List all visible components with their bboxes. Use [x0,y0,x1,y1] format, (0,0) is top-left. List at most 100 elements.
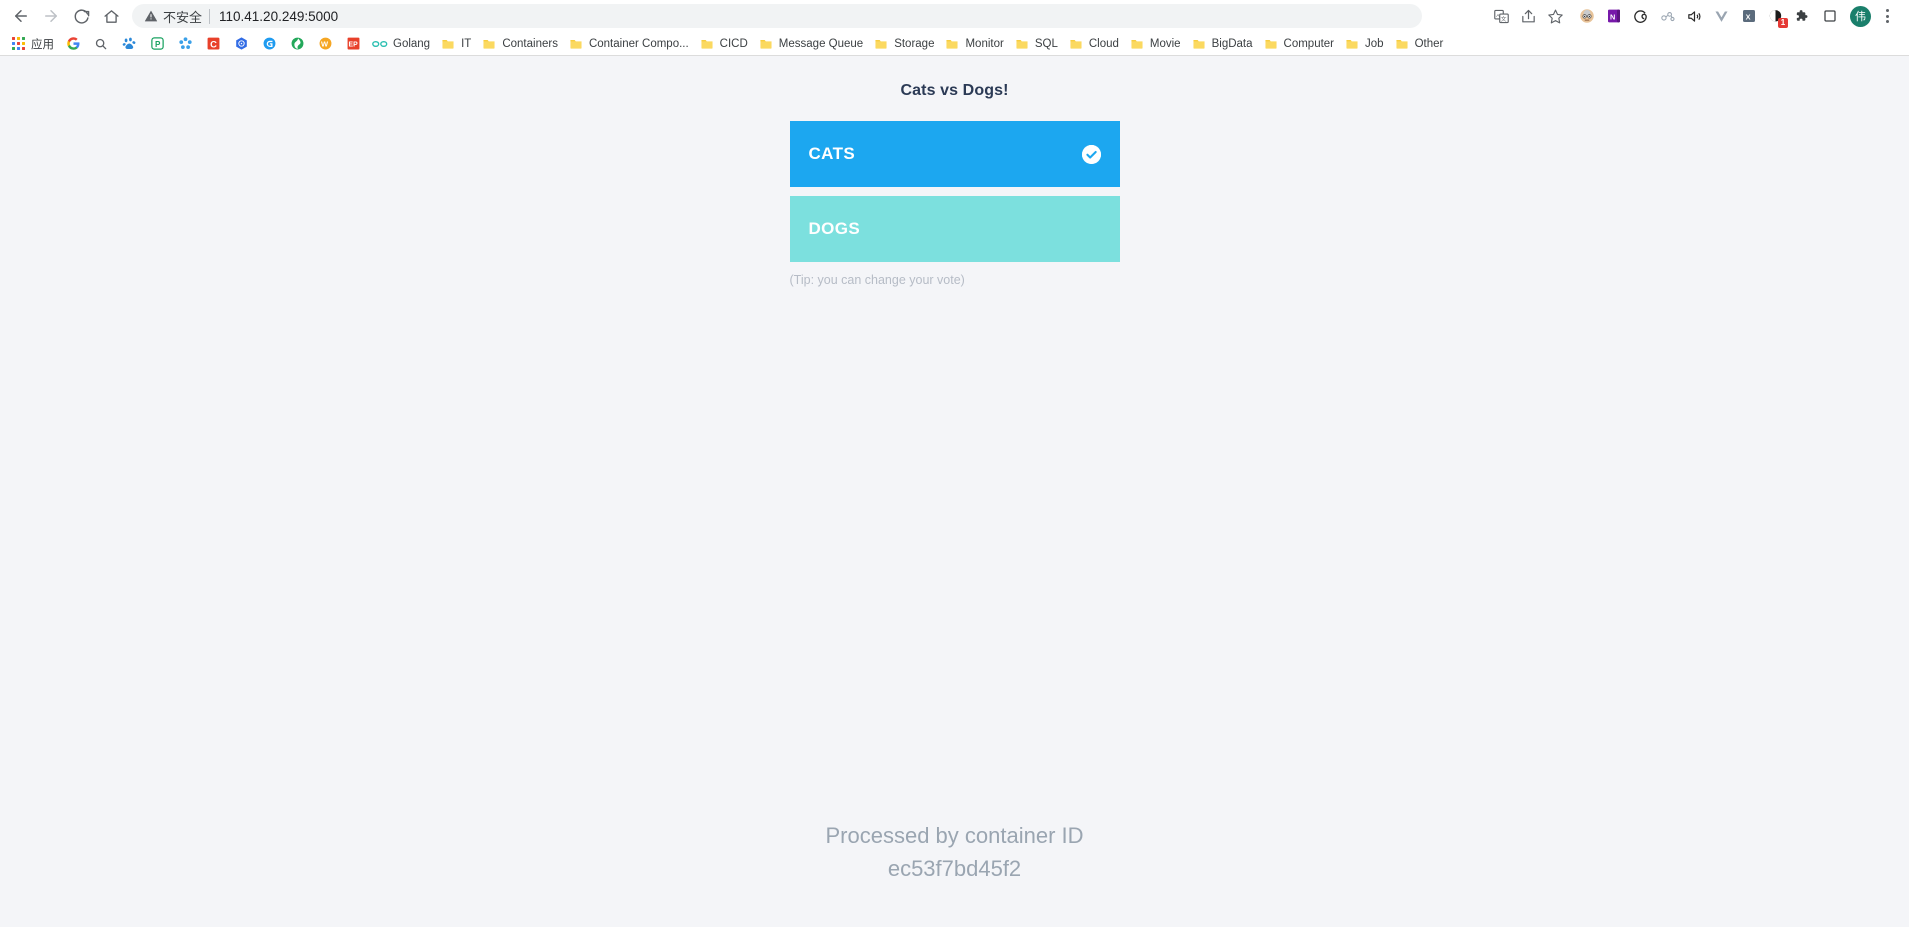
address-bar[interactable]: 不安全 110.41.20.249:5000 [132,4,1422,28]
bookmark-kubernetes[interactable]: Kubernetes [227,34,255,54]
reload-button[interactable] [66,2,96,30]
bookmark-folder-cicd[interactable]: CICD [694,34,753,54]
p-icon: P [149,36,165,52]
vote-container: Cats vs Dogs! CATS DOGS (Tip: you can ch… [789,82,1120,287]
svg-text:W: W [321,40,329,49]
ep-icon: EP [345,36,361,52]
vote-option-cats-label: CATS [808,144,856,163]
browser-toolbar: 不安全 110.41.20.249:5000 文A N X 1 伟 [0,0,1909,32]
vote-option-dogs-label: DOGS [808,219,861,238]
bookmark-folder-movie[interactable]: Movie [1124,34,1186,54]
folder-icon [1129,36,1145,52]
url-text: 110.41.20.249:5000 [219,8,339,24]
kubernetes-icon [233,36,249,52]
svg-text:P: P [155,40,161,49]
bookmark-google[interactable]: Google [59,34,87,54]
back-button[interactable] [6,2,36,30]
bookmark-kuaishou[interactable]: Kuaishou [283,34,311,54]
translate-icon[interactable]: 文A [1488,3,1515,29]
profile-avatar[interactable]: 伟 [1847,3,1874,29]
warning-triangle-icon[interactable] [144,9,158,23]
xmind-extension-icon[interactable]: X [1735,3,1762,29]
omnibox-divider [209,8,211,24]
folder-icon [440,36,456,52]
bookmark-folder-container-compose[interactable]: Container Compo... [563,34,694,54]
apps-grid-icon [10,36,26,52]
bookmark-folder-it[interactable]: IT [435,34,476,54]
vote-tip-text: (Tip: you can change your vote) [789,273,965,287]
folder-icon [873,36,889,52]
svg-text:EP: EP [348,42,358,49]
bookmark-folder-bigdata[interactable]: BigData [1186,34,1258,54]
folder-icon [481,36,497,52]
vue-devtools-icon[interactable] [1708,3,1735,29]
google-icon [65,36,81,52]
folder-icon [758,36,774,52]
page-title: Cats vs Dogs! [900,82,1009,99]
bookmark-gitee[interactable]: Gitee [255,34,283,54]
evernote-extension-icon[interactable] [1627,3,1654,29]
apps-button-label: 应用 [31,38,54,51]
folder-icon [1344,36,1360,52]
svg-text:X: X [1745,12,1750,21]
footer-line-1: Processed by container ID [825,823,1084,848]
bookmark-folder-monitor[interactable]: Monitor [939,34,1008,54]
bookmark-csdn[interactable]: P CSDN [143,34,171,54]
bookmark-star-icon[interactable] [1542,3,1569,29]
dark-reader-extension-icon[interactable]: 1 [1762,3,1789,29]
share-icon[interactable] [1515,3,1542,29]
bookmark-folder-job[interactable]: Job [1339,34,1389,54]
folder-icon [1068,36,1084,52]
bookmark-golang-label: Golang [393,37,431,50]
speaker-extension-icon[interactable] [1681,3,1708,29]
bookmark-yinxiang[interactable]: EP 印象笔记 [339,34,367,54]
bookmark-wiki[interactable]: W Wiki [311,34,339,54]
extensions-puzzle-icon[interactable] [1789,3,1816,29]
bookmark-folder-containers[interactable]: Containers [476,34,563,54]
browser-chrome: 不安全 110.41.20.249:5000 文A N X 1 伟 应用 P C… [0,0,1909,56]
search-icon [93,36,109,52]
bookmark-folder-cloud[interactable]: Cloud [1063,34,1124,54]
bookmark-folder-message-queue[interactable]: Message Queue [753,34,868,54]
g-circle-icon [261,36,277,52]
baidu-icon [121,36,137,52]
bookmark-folder-computer[interactable]: Computer [1258,34,1340,54]
folder-icon [1263,36,1279,52]
gopher-icon [372,36,388,52]
bookmark-folder-other[interactable]: Other [1389,34,1449,54]
vote-option-cats[interactable]: CATS [789,121,1120,187]
svg-text:C: C [210,39,217,49]
folder-icon [1394,36,1410,52]
toolbar-right-icons: 文A N X 1 伟 [1428,3,1903,29]
folder-icon [944,36,960,52]
vote-option-dogs[interactable]: DOGS [789,196,1120,262]
container-footer: Processed by container ID ec53f7bd45f2 [0,819,1909,885]
apps-button[interactable]: 应用 [5,34,59,54]
home-button[interactable] [96,2,126,30]
onenote-extension-icon[interactable]: N [1600,3,1627,29]
bookmark-flower[interactable]: Flower [171,34,199,54]
bookmark-folder-storage[interactable]: Storage [868,34,939,54]
kebab-dots [1886,9,1889,23]
footer-line-2: ec53f7bd45f2 [887,856,1022,881]
bookmark-search[interactable]: Search [87,34,115,54]
bookmark-baidu[interactable]: 百度 [115,34,143,54]
w-circle-icon: W [317,36,333,52]
leaf-icon [289,36,305,52]
svg-text:N: N [1610,12,1615,21]
forward-button[interactable] [36,2,66,30]
check-circle-icon [1081,144,1101,164]
sidepanel-icon[interactable] [1816,3,1843,29]
flower-icon [177,36,193,52]
avatar-initial: 伟 [1850,5,1871,27]
bookmark-golang[interactable]: Golang [367,34,435,54]
chrome-menu-icon[interactable] [1874,3,1901,29]
folder-icon [699,36,715,52]
bookmark-folder-sql[interactable]: SQL [1009,34,1063,54]
extension-badge-count: 1 [1778,18,1788,28]
bookmark-c[interactable]: C C [199,34,227,54]
extension-avatar-icon[interactable] [1573,3,1600,29]
voting-app-page: Cats vs Dogs! CATS DOGS (Tip: you can ch… [0,56,1909,927]
molecule-extension-icon[interactable] [1654,3,1681,29]
folder-icon [1014,36,1030,52]
